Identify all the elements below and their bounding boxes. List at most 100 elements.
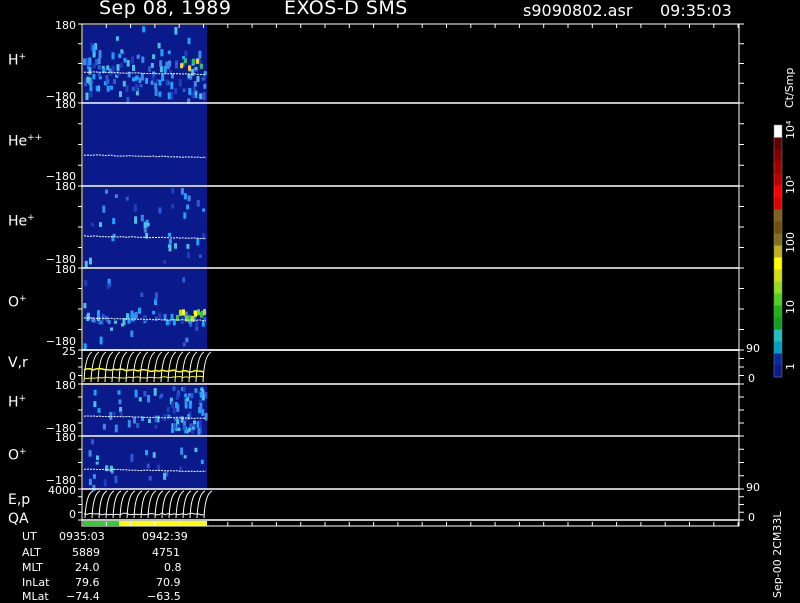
count-blip <box>182 277 186 283</box>
count-blip <box>148 66 152 72</box>
count-blip <box>105 75 109 83</box>
panel-label-he-plusplus: He++ <box>8 133 43 150</box>
count-blip <box>160 393 164 398</box>
colorbar-segment <box>774 173 782 186</box>
count-blip <box>97 64 101 70</box>
panel-label-qa: QA <box>8 511 29 527</box>
colorbar-unit: Ct/Smp <box>783 67 796 108</box>
panel-label-he-plus: He+ <box>8 213 35 230</box>
plot-date: Sep 08, 1989 <box>99 0 232 19</box>
count-blip <box>125 196 129 201</box>
count-blip <box>108 68 112 73</box>
count-blip <box>102 205 106 213</box>
velocity-sweep <box>202 351 212 383</box>
count-blip <box>182 386 186 392</box>
count-blip <box>132 64 135 71</box>
count-blip <box>135 75 139 80</box>
count-blip <box>97 408 101 413</box>
count-blip <box>200 311 203 318</box>
radius-trace <box>83 375 205 380</box>
footer-row-v1: 24.0 <box>75 561 100 574</box>
count-blip <box>110 327 113 331</box>
count-blip <box>118 53 122 59</box>
colorbar-segment <box>774 161 782 174</box>
count-blip <box>186 397 190 402</box>
colorbar-tick: 100 <box>784 232 797 253</box>
count-blip <box>193 420 196 425</box>
colorbar-segment <box>774 257 782 270</box>
count-blip <box>152 310 156 315</box>
count-blip <box>198 50 202 59</box>
count-blip <box>154 316 158 321</box>
count-blip <box>113 79 116 85</box>
count-blip <box>120 63 123 68</box>
colorbar-tick: 10 <box>784 300 797 314</box>
count-blip <box>176 419 180 425</box>
count-blip <box>92 74 96 80</box>
count-blip <box>202 92 206 100</box>
count-blip <box>146 222 150 226</box>
energy-sweep <box>203 490 213 519</box>
count-blip <box>193 81 197 87</box>
count-blip <box>163 66 167 74</box>
count-blip <box>140 292 144 297</box>
count-blip <box>132 77 135 82</box>
count-blip <box>203 83 207 89</box>
count-blip <box>98 76 102 80</box>
count-blip <box>194 310 197 317</box>
count-blip <box>187 252 190 259</box>
count-blip <box>92 318 96 323</box>
panel-label-o-plus-2: O+ <box>8 447 27 464</box>
instrument-title: EXOS-D SMS <box>284 0 408 19</box>
count-blip <box>126 60 130 67</box>
header-time: 09:35:03 <box>660 1 732 20</box>
count-blip <box>133 204 137 212</box>
count-blip <box>184 393 188 398</box>
count-blip <box>182 88 186 93</box>
colorbar-segment <box>774 329 782 342</box>
count-blip <box>168 239 172 244</box>
count-blip <box>99 222 102 227</box>
count-blip <box>154 415 158 423</box>
count-blip <box>92 45 96 53</box>
count-blip <box>163 260 166 264</box>
count-blip <box>194 388 198 393</box>
count-blip <box>199 93 203 100</box>
count-blip <box>199 392 203 398</box>
count-blip <box>200 63 203 69</box>
count-blip <box>157 42 161 49</box>
count-blip <box>112 218 116 225</box>
y-tick-top: 180 <box>55 98 76 111</box>
count-blip <box>161 74 165 81</box>
colorbar-segment <box>774 209 782 222</box>
count-blip <box>92 63 96 69</box>
count-blip <box>170 81 174 90</box>
count-blip <box>118 399 122 405</box>
count-blip <box>97 58 101 64</box>
count-blip <box>195 319 199 328</box>
count-blip <box>93 401 97 408</box>
colorbar-segment <box>774 245 782 258</box>
footer-row-v2: −63.5 <box>147 590 181 603</box>
count-blip <box>139 84 143 88</box>
count-blip <box>167 92 171 100</box>
count-blip <box>102 423 106 430</box>
count-blip <box>188 88 192 96</box>
count-blip <box>85 92 89 100</box>
footer-row-name: InLat <box>22 576 50 589</box>
count-blip <box>192 58 195 64</box>
count-blip <box>131 86 135 92</box>
colorbar-segment <box>774 185 782 198</box>
y-tick-top: 180 <box>55 19 76 32</box>
colorbar-segment <box>774 125 782 138</box>
count-blip <box>172 408 176 414</box>
count-blip <box>177 427 181 431</box>
count-blip <box>168 244 172 252</box>
count-blip <box>95 461 99 465</box>
count-blip <box>109 412 113 420</box>
count-blip <box>92 484 96 492</box>
footer-row-name: UT <box>22 530 37 543</box>
count-blip <box>99 336 103 345</box>
count-blip <box>92 474 96 479</box>
count-blip <box>196 238 200 246</box>
